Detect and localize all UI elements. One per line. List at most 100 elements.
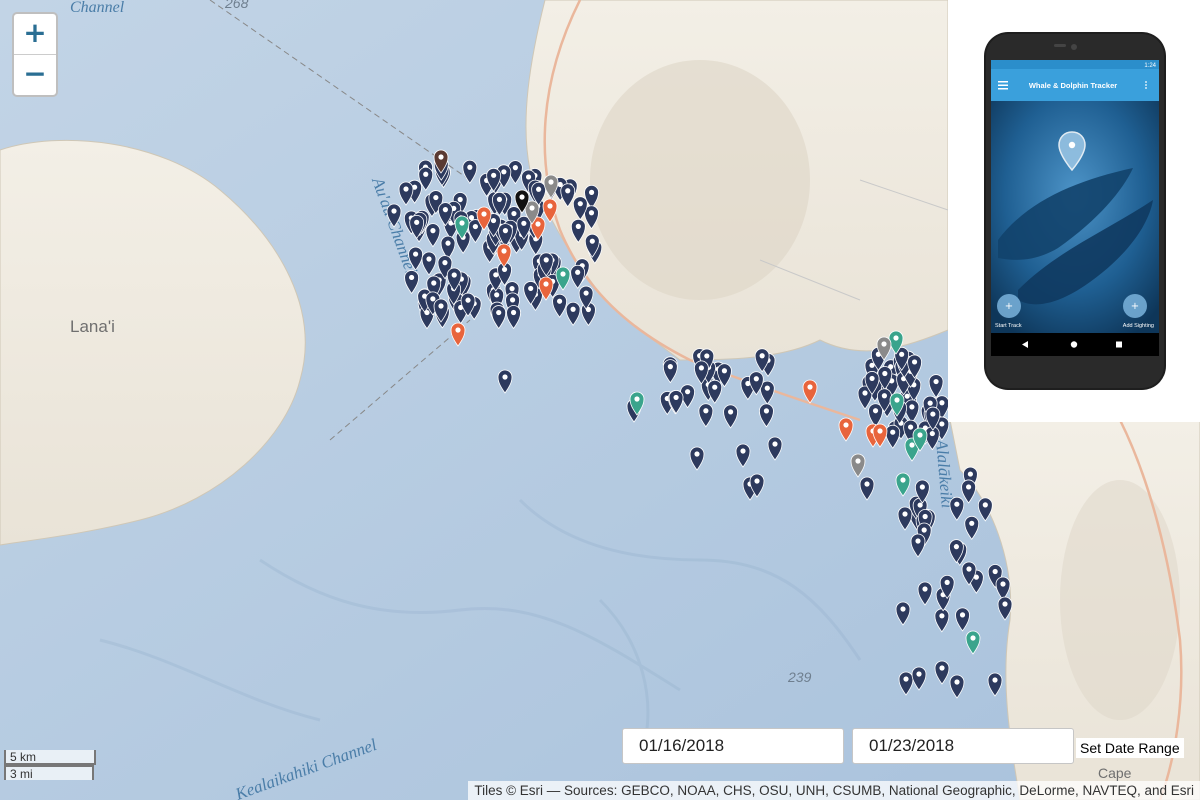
cape-label: Cape bbox=[1098, 765, 1132, 781]
marker-center-dot bbox=[529, 205, 535, 211]
marker-center-dot bbox=[807, 384, 813, 390]
marker-center-dot bbox=[772, 441, 778, 447]
marker-center-dot bbox=[877, 428, 883, 434]
marker-center-dot bbox=[583, 290, 589, 296]
marker-center-dot bbox=[673, 394, 679, 401]
marker-center-dot bbox=[922, 586, 928, 592]
start-date-input[interactable] bbox=[622, 728, 844, 764]
marker-center-dot bbox=[893, 335, 899, 341]
marker-center-dot bbox=[509, 297, 516, 303]
recents-icon[interactable] bbox=[1116, 341, 1122, 348]
marker-center-dot bbox=[764, 385, 770, 391]
marker-center-dot bbox=[431, 280, 437, 286]
end-date-input[interactable] bbox=[852, 728, 1074, 764]
marker-center-dot bbox=[939, 400, 945, 406]
marker-center-dot bbox=[519, 194, 525, 200]
menu-icon[interactable] bbox=[998, 81, 1008, 90]
marker-center-dot bbox=[445, 240, 451, 246]
marker-center-dot bbox=[740, 448, 746, 454]
home-icon[interactable] bbox=[1070, 341, 1078, 348]
marker-center-dot bbox=[881, 341, 887, 347]
marker-center-dot bbox=[588, 189, 595, 195]
app-title: Whale & Dolphin Tracker bbox=[1029, 81, 1117, 90]
marker-center-dot bbox=[560, 271, 566, 277]
marker-center-dot bbox=[903, 676, 909, 682]
scale-mi: 3 mi bbox=[4, 765, 94, 781]
marker-center-dot bbox=[525, 174, 532, 180]
marker-center-dot bbox=[753, 376, 759, 382]
marker-center-dot bbox=[969, 520, 975, 526]
marker-center-dot bbox=[869, 375, 875, 382]
marker-center-dot bbox=[496, 309, 502, 316]
marker-center-dot bbox=[954, 679, 960, 685]
marker-center-dot bbox=[509, 286, 515, 292]
marker-center-dot bbox=[894, 397, 900, 403]
marker-center-dot bbox=[438, 303, 444, 309]
marker-center-dot bbox=[451, 272, 457, 278]
marker-center-dot bbox=[703, 408, 709, 414]
marker-center-dot bbox=[727, 409, 734, 415]
marker-center-dot bbox=[575, 269, 581, 275]
marker-center-dot bbox=[939, 421, 945, 427]
marker-center-dot bbox=[939, 665, 945, 671]
marker-center-dot bbox=[589, 238, 595, 244]
marker-center-dot bbox=[565, 188, 571, 194]
scale-km: 5 km bbox=[4, 750, 96, 765]
start-track-label: Start Track bbox=[995, 323, 1022, 329]
marker-center-dot bbox=[900, 606, 906, 612]
marker-center-dot bbox=[536, 186, 542, 192]
marker-center-dot bbox=[528, 285, 534, 292]
marker-center-dot bbox=[543, 281, 549, 287]
marker-center-dot bbox=[864, 481, 870, 487]
marker-center-dot bbox=[490, 217, 497, 224]
svg-text:+: + bbox=[1131, 301, 1139, 312]
marker-center-dot bbox=[433, 194, 439, 201]
marker-center-dot bbox=[721, 368, 728, 374]
marker-center-dot bbox=[694, 451, 700, 457]
marker-center-dot bbox=[548, 179, 554, 185]
marker-center-dot bbox=[966, 484, 972, 490]
marker-center-dot bbox=[992, 568, 998, 575]
marker-center-dot bbox=[430, 296, 436, 302]
marker-center-dot bbox=[909, 442, 915, 448]
marker-center-dot bbox=[575, 223, 581, 229]
marker-center-dot bbox=[512, 165, 518, 171]
marker-center-dot bbox=[511, 210, 517, 217]
marker-center-dot bbox=[930, 411, 936, 417]
set-date-range-button[interactable]: Set Date Range bbox=[1076, 738, 1184, 758]
marker-center-dot bbox=[494, 292, 500, 298]
marker-center-dot bbox=[843, 422, 849, 428]
zoom-out-button[interactable]: − bbox=[14, 54, 56, 95]
marker-center-dot bbox=[391, 208, 397, 214]
marker-center-dot bbox=[900, 477, 906, 483]
marker-center-dot bbox=[588, 210, 595, 216]
marker-center-dot bbox=[491, 172, 497, 178]
svg-text:+: + bbox=[1005, 301, 1013, 312]
marker-center-dot bbox=[919, 484, 925, 490]
marker-center-dot bbox=[468, 215, 475, 221]
marker-center-dot bbox=[570, 306, 576, 312]
marker-center-dot bbox=[409, 274, 415, 281]
marker-center-dot bbox=[959, 612, 966, 618]
marker-center-dot bbox=[457, 196, 463, 203]
marker-center-dot bbox=[754, 478, 760, 484]
phone-panel: 1:24 Whale & Dolphin Tracker + Start Tra… bbox=[948, 0, 1200, 422]
island-label: Lana'i bbox=[70, 317, 115, 336]
marker-center-dot bbox=[547, 203, 553, 209]
marker-center-dot bbox=[953, 544, 960, 550]
marker-center-dot bbox=[944, 579, 950, 585]
marker-center-dot bbox=[403, 186, 409, 192]
marker-center-dot bbox=[521, 220, 527, 226]
channel-label-top: Channel bbox=[70, 0, 125, 16]
marker-center-dot bbox=[577, 201, 583, 207]
zoom-in-button[interactable]: + bbox=[14, 14, 56, 54]
overflow-menu-icon[interactable] bbox=[1145, 81, 1147, 89]
marker-center-dot bbox=[917, 432, 923, 438]
marker-center-dot bbox=[763, 408, 770, 414]
marker-center-dot bbox=[430, 228, 436, 234]
marker-center-dot bbox=[712, 384, 718, 390]
marker-center-dot bbox=[1000, 581, 1006, 587]
marker-center-dot bbox=[438, 154, 444, 160]
marker-center-dot bbox=[939, 613, 945, 619]
marker-center-dot bbox=[535, 221, 541, 227]
